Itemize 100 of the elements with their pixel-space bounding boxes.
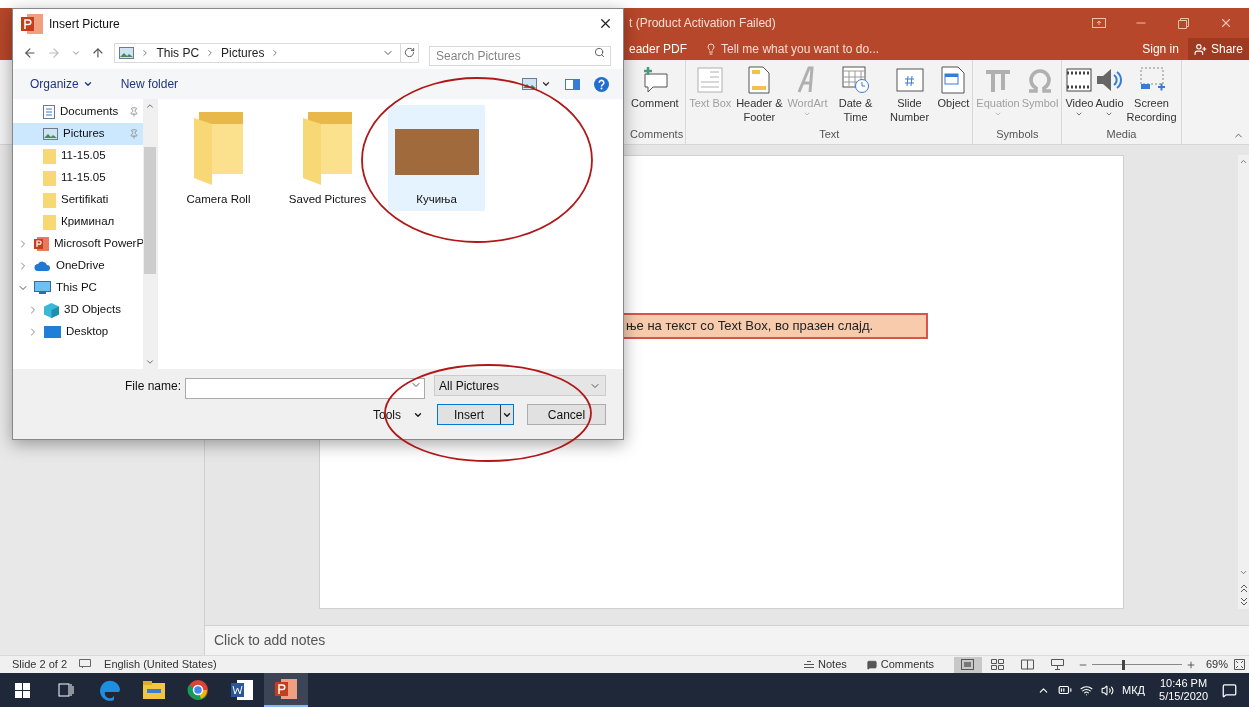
picture-icon <box>119 46 135 59</box>
text-box[interactable]: ње на текст со Text Box, во празен слајд. <box>624 313 928 339</box>
fit-slide-icon[interactable] <box>1234 659 1245 670</box>
ribbon-button[interactable]: Video <box>1064 60 1095 126</box>
nav-scrollbar[interactable] <box>143 99 157 369</box>
file-type-dropdown[interactable]: All Pictures <box>434 375 606 396</box>
screen-recording-icon <box>1137 67 1166 93</box>
vertical-scrollbar[interactable] <box>1238 155 1249 609</box>
breadcrumb-item[interactable]: This PC <box>156 43 200 62</box>
nav-label: OneDrive <box>56 258 105 274</box>
speaker-icon[interactable] <box>1101 683 1115 697</box>
calendar-clock-icon <box>841 66 870 94</box>
nav-item[interactable]: Documents <box>13 101 143 123</box>
search-field[interactable]: Search Pictures <box>429 45 611 66</box>
tell-me-search[interactable]: Tell me what you want to do... <box>705 40 880 58</box>
file-name-field[interactable] <box>185 377 425 399</box>
sign-in-link[interactable]: Sign in <box>1142 40 1179 58</box>
zoom-level[interactable]: 69% <box>1205 656 1228 673</box>
nav-item[interactable]: 3D Objects <box>13 299 143 321</box>
nav-item[interactable]: Desktop <box>13 321 143 343</box>
battery-icon[interactable] <box>1058 683 1073 697</box>
book-icon <box>1021 659 1035 670</box>
person-icon <box>1193 42 1207 56</box>
scroll-up-icon[interactable] <box>145 101 155 111</box>
computer-icon <box>34 281 51 295</box>
notes-pane[interactable]: Click to add notes <box>205 625 1249 655</box>
taskbar-app[interactable] <box>264 673 308 707</box>
ribbon-button[interactable]: Object <box>936 60 971 126</box>
wifi-icon[interactable] <box>1080 683 1094 697</box>
insert-button[interactable]: Insert <box>437 404 514 425</box>
nav-item[interactable]: Криминал <box>13 211 143 233</box>
ribbon-button[interactable]: Date & Time <box>828 60 883 126</box>
nav-item[interactable]: 11-15.05 <box>13 167 143 189</box>
nav-item[interactable]: This PC <box>13 277 143 299</box>
file-name: Кучиња <box>416 191 457 207</box>
file-tile[interactable]: Saved Pictures <box>279 105 376 211</box>
page-header-icon <box>748 66 771 94</box>
preview-pane-icon[interactable] <box>565 78 580 90</box>
file-tile[interactable]: Camera Roll <box>170 105 267 211</box>
cube-icon <box>44 302 59 318</box>
ribbon-tab[interactable]: eader PDF <box>629 40 688 58</box>
nav-item[interactable]: 11-15.05 <box>13 145 143 167</box>
group-label: Media <box>1105 126 1138 142</box>
up-icon[interactable] <box>90 45 105 60</box>
cancel-button[interactable]: Cancel <box>527 404 606 425</box>
close-icon[interactable] <box>598 16 613 31</box>
zoom-in-icon[interactable] <box>1185 659 1196 670</box>
ribbon-button[interactable]: Header & Footer <box>732 60 787 126</box>
nav-item[interactable]: Sertifikati <box>13 189 143 211</box>
scroll-up-icon[interactable] <box>1239 157 1248 166</box>
nav-item[interactable]: Pictures <box>13 123 143 145</box>
share-button[interactable]: Share <box>1187 38 1249 60</box>
organize-menu[interactable]: Organize <box>30 75 93 93</box>
notes-button[interactable]: Notes <box>800 656 851 673</box>
word-icon <box>231 680 253 700</box>
next-slide-icon[interactable] <box>1239 597 1248 607</box>
file-tile[interactable]: Кучиња <box>388 105 485 211</box>
language-indicator[interactable]: English (United States) <box>104 656 217 673</box>
nav-item[interactable]: Microsoft PowerP <box>13 233 143 255</box>
folder-icon <box>143 681 165 699</box>
new-folder-button[interactable]: New folder <box>120 75 179 93</box>
ribbon-display-icon[interactable] <box>1092 18 1106 28</box>
back-icon[interactable] <box>23 45 37 60</box>
nav-label: 11-15.05 <box>61 148 106 164</box>
ribbon-button[interactable]: Audio <box>1094 60 1125 126</box>
caret-icon <box>994 110 1003 118</box>
lightbulb-icon <box>705 43 718 55</box>
breadcrumb-item[interactable]: Pictures <box>221 43 265 62</box>
clock[interactable]: 10:46 PM 5/15/2020 <box>1159 677 1208 703</box>
spelling-icon[interactable] <box>79 659 92 670</box>
nav-item[interactable]: OneDrive <box>13 255 143 277</box>
windows-start-icon[interactable] <box>14 682 30 698</box>
notification-icon[interactable] <box>1222 682 1237 698</box>
comments-button[interactable]: Comments <box>862 656 938 673</box>
file-name: Saved Pictures <box>288 191 367 207</box>
picture-icon <box>522 78 537 90</box>
scroll-down-icon[interactable] <box>1239 568 1248 577</box>
caret-icon <box>82 79 93 89</box>
slide-text: ње на текст со Text Box, во празен слајд. <box>626 317 874 336</box>
zoom-thumb[interactable] <box>1122 659 1126 670</box>
ribbon-button[interactable]: Comment <box>630 60 680 126</box>
folder-icon <box>43 214 56 230</box>
restore-icon[interactable] <box>1178 17 1189 29</box>
input-language[interactable]: МКД <box>1122 681 1146 699</box>
group-label: Text <box>818 126 841 142</box>
caret-icon[interactable] <box>541 79 551 89</box>
comment-icon <box>866 659 877 670</box>
previous-slide-icon[interactable] <box>1239 583 1248 593</box>
refresh-icon[interactable] <box>404 47 416 58</box>
caret-icon <box>803 110 812 118</box>
help-icon[interactable] <box>594 76 609 92</box>
ribbon-button[interactable]: Screen Recording <box>1124 60 1179 126</box>
zoom-slider[interactable] <box>1091 659 1182 670</box>
object-icon <box>941 66 966 94</box>
ribbon-button[interactable]: Slide Number <box>882 60 937 126</box>
group-label: Comments <box>630 126 684 142</box>
slideshow-icon <box>1051 659 1065 670</box>
view-button[interactable] <box>953 656 982 673</box>
address-bar[interactable]: This PC Pictures <box>114 42 420 63</box>
scroll-down-icon[interactable] <box>145 357 155 367</box>
